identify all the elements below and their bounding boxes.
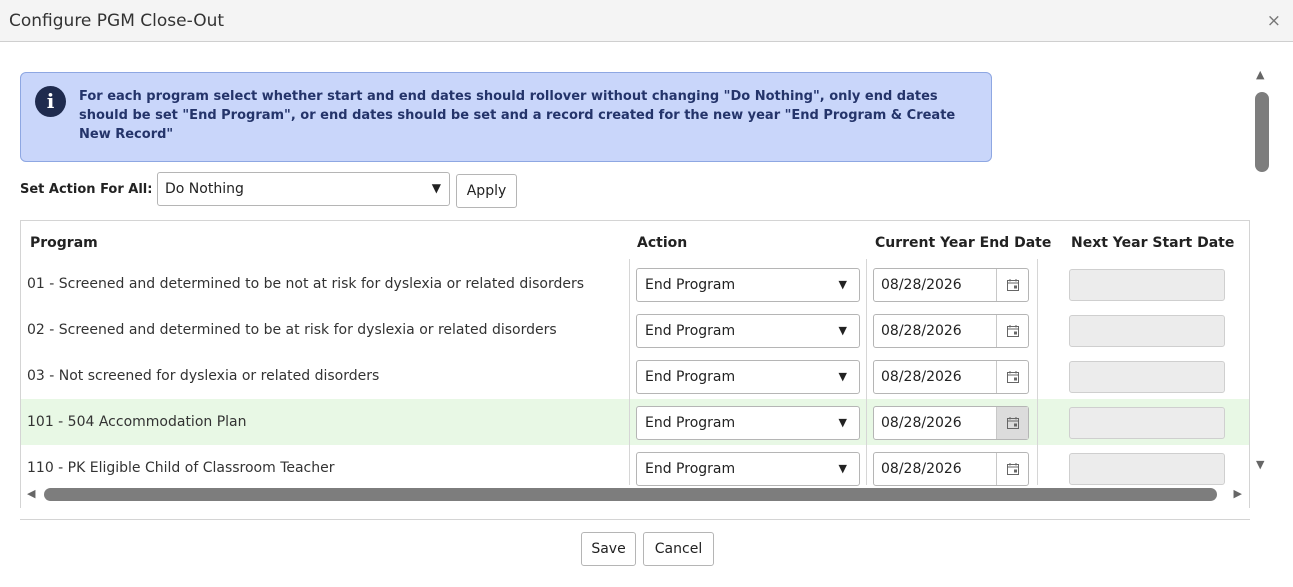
end-date-input[interactable]: 08/28/2026 [873,268,1029,302]
horizontal-scrollbar[interactable]: ◀ ▶ [20,484,1250,506]
close-icon[interactable]: × [1267,11,1281,31]
set-action-for-all-select[interactable]: Do Nothing ▼ [157,172,450,206]
end-date-input[interactable]: 08/28/2026 [873,406,1029,440]
action-value: End Program [645,277,736,293]
chevron-down-icon: ▼ [838,462,847,475]
column-header-program: Program [30,235,98,251]
end-date-value: 08/28/2026 [881,461,962,477]
program-name: 03 - Not screened for dyslexia or relate… [27,368,380,384]
action-value: End Program [645,323,736,339]
end-date-value: 08/28/2026 [881,369,962,385]
table-row[interactable]: 03 - Not screened for dyslexia or relate… [21,353,1249,399]
column-header-next-start: Next Year Start Date [1071,235,1235,251]
program-grid: Program Action Current Year End Date Nex… [20,220,1250,508]
program-name: 110 - PK Eligible Child of Classroom Tea… [27,460,335,476]
column-divider [629,259,630,485]
title-bar: Configure PGM Close-Out × [0,0,1293,42]
end-date-value: 08/28/2026 [881,323,962,339]
action-value: End Program [645,461,736,477]
end-date-input[interactable]: 08/28/2026 [873,452,1029,486]
next-start-date-input [1069,315,1225,347]
column-divider [866,259,867,485]
calendar-icon[interactable] [996,315,1028,347]
dialog-title: Configure PGM Close-Out [9,11,225,31]
column-divider [1037,259,1038,485]
set-action-for-all-label: Set Action For All: [20,182,153,197]
end-date-value: 08/28/2026 [881,415,962,431]
close-out-dialog: Configure PGM Close-Out × i For each pro… [0,0,1293,587]
action-value: End Program [645,369,736,385]
calendar-icon[interactable] [996,453,1028,485]
vertical-scroll-thumb[interactable] [1255,92,1269,172]
program-name: 02 - Screened and determined to be at ri… [27,322,557,338]
action-select[interactable]: End Program ▼ [636,314,860,348]
footer-divider [20,519,1250,520]
end-date-value: 08/28/2026 [881,277,962,293]
end-date-input[interactable]: 08/28/2026 [873,314,1029,348]
action-select[interactable]: End Program ▼ [636,268,860,302]
scroll-left-icon[interactable]: ◀ [27,487,35,500]
chevron-down-icon: ▼ [838,278,847,291]
info-circle-icon: i [35,86,66,117]
program-name: 101 - 504 Accommodation Plan [27,414,247,430]
program-name: 01 - Screened and determined to be not a… [27,276,585,292]
table-row[interactable]: 101 - 504 Accommodation Plan End Program ▼… [21,399,1249,445]
action-select[interactable]: End Program ▼ [636,452,860,486]
column-header-action: Action [637,235,688,251]
next-start-date-input [1069,269,1225,301]
table-row[interactable]: 01 - Screened and determined to be not a… [21,261,1249,307]
info-text: For each program select whether start an… [79,89,956,142]
next-start-date-input [1069,361,1225,393]
horizontal-scroll-thumb[interactable] [44,488,1217,501]
chevron-down-icon: ▼ [431,181,441,195]
calendar-icon[interactable] [996,361,1028,393]
action-select[interactable]: End Program ▼ [636,360,860,394]
scroll-up-icon[interactable]: ▲ [1256,68,1264,81]
end-date-input[interactable]: 08/28/2026 [873,360,1029,394]
scroll-right-icon[interactable]: ▶ [1234,487,1242,500]
table-row[interactable]: 02 - Screened and determined to be at ri… [21,307,1249,353]
column-header-end-date: Current Year End Date [875,235,1052,251]
set-action-value: Do Nothing [165,181,244,197]
next-start-date-input [1069,453,1225,485]
scroll-down-icon[interactable]: ▼ [1256,458,1264,471]
info-banner: i For each program select whether start … [20,72,992,162]
cancel-button[interactable]: Cancel [643,532,714,566]
action-select[interactable]: End Program ▼ [636,406,860,440]
apply-button[interactable]: Apply [456,174,517,208]
chevron-down-icon: ▼ [838,324,847,337]
chevron-down-icon: ▼ [838,370,847,383]
calendar-icon[interactable] [996,269,1028,301]
next-start-date-input [1069,407,1225,439]
action-value: End Program [645,415,736,431]
calendar-icon[interactable] [996,407,1028,439]
save-button[interactable]: Save [581,532,636,566]
chevron-down-icon: ▼ [838,416,847,429]
